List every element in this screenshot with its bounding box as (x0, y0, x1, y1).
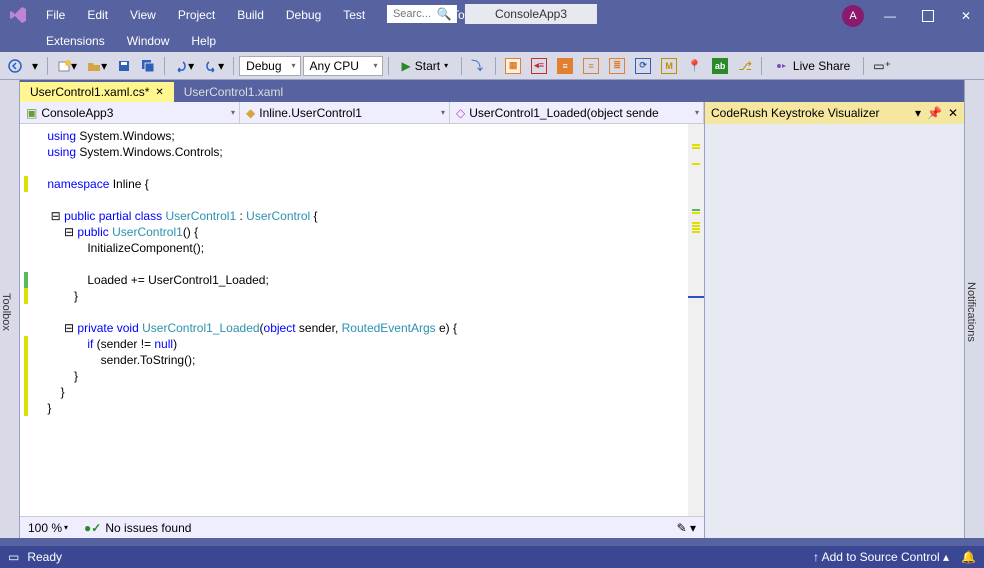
panel-header[interactable]: CodeRush Keystroke Visualizer ▾ 📌 ✕ (705, 102, 964, 124)
maximize-button[interactable] (916, 6, 940, 26)
config-dropdown[interactable]: Debug (239, 56, 300, 76)
menu-view[interactable]: View (120, 4, 166, 26)
save-button[interactable] (113, 55, 135, 77)
status-bar: ▭ Ready ↑ Add to Source Control ▴ 🔔 (0, 546, 984, 568)
cr-icon-8[interactable]: 📍 (683, 55, 706, 77)
toolbox-sidebar[interactable]: Toolbox (0, 80, 20, 538)
nav-class-dropdown[interactable]: ◆Inline.UserControl1 (240, 102, 450, 123)
close-tab-icon[interactable]: ✕ (155, 87, 163, 98)
code-editor[interactable]: using System.Windows; using System.Windo… (20, 124, 704, 516)
redo-button[interactable]: ▾ (200, 55, 228, 77)
cr-icon-6[interactable]: ⟳ (631, 55, 655, 77)
platform-dropdown[interactable]: Any CPU (303, 56, 383, 76)
pin-icon[interactable]: 📌 (927, 106, 942, 120)
start-button[interactable]: ▶Start▾ (394, 57, 457, 75)
notifications-sidebar[interactable]: Notifications (964, 80, 984, 538)
tab-usercontrol-xaml[interactable]: UserControl1.xaml (174, 82, 293, 102)
close-button[interactable]: ✕ (954, 6, 978, 26)
search-box[interactable]: 🔍 (387, 5, 457, 23)
undo-button[interactable]: ▾ (170, 55, 198, 77)
cr-icon-2[interactable]: ◂≡ (527, 55, 551, 77)
status-ready: Ready (27, 550, 62, 564)
menu-debug[interactable]: Debug (276, 4, 331, 26)
vertical-scrollbar[interactable] (688, 124, 704, 516)
back-button[interactable] (4, 55, 26, 77)
cr-icon-10[interactable]: ⎇ (734, 55, 756, 77)
vs-logo-icon[interactable] (4, 1, 32, 29)
menu-build[interactable]: Build (227, 4, 274, 26)
menu-extensions[interactable]: Extensions (36, 30, 115, 52)
search-input[interactable] (393, 8, 433, 20)
liveshare-button[interactable]: Live Share (767, 55, 858, 77)
menu-edit[interactable]: Edit (77, 4, 118, 26)
user-avatar[interactable]: A (842, 5, 864, 27)
minimize-button[interactable]: — (878, 6, 902, 26)
feedback-button[interactable]: ▭⁺ (869, 55, 895, 77)
menu-window[interactable]: Window (117, 30, 180, 52)
menu-test[interactable]: Test (333, 4, 375, 26)
screwdriver-icon[interactable]: ✎ ▾ (677, 521, 696, 535)
new-project-button[interactable]: ▾ (53, 55, 81, 77)
search-icon: 🔍 (437, 7, 451, 21)
cr-icon-3[interactable]: ≡ (553, 55, 577, 77)
panel-title-text: CodeRush Keystroke Visualizer (711, 106, 880, 120)
panel-body (705, 124, 964, 538)
output-icon[interactable]: ▭ (8, 550, 19, 564)
tab-usercontrol-cs[interactable]: UserControl1.xaml.cs*✕ (20, 82, 174, 102)
main-toolbar: ▾ ▾ ▾ ▾ ▾ Debug Any CPU ▶Start▾ ⤵ ▦ ◂≡ ≡… (0, 52, 984, 80)
menu-file[interactable]: File (36, 4, 75, 26)
menu-help[interactable]: Help (181, 30, 226, 52)
cr-icon-5[interactable]: ≣ (605, 55, 629, 77)
close-panel-icon[interactable]: ✕ (948, 106, 958, 120)
menu-project[interactable]: Project (168, 4, 225, 26)
step-button[interactable]: ⤵ (467, 55, 487, 77)
cr-icon-4[interactable]: ≡ (579, 55, 603, 77)
app-title: ConsoleApp3 (465, 4, 597, 24)
save-all-button[interactable] (137, 55, 159, 77)
health-indicator[interactable]: ●✓No issues found (84, 521, 191, 535)
window-position-icon[interactable]: ▾ (915, 106, 921, 120)
zoom-level[interactable]: 100 %▾ (28, 521, 68, 535)
cr-icon-9[interactable]: ab (708, 55, 732, 77)
document-tabs: UserControl1.xaml.cs*✕ UserControl1.xaml (20, 80, 964, 102)
nav-method-dropdown[interactable]: ◇UserControl1_Loaded(object sende (450, 102, 704, 123)
cr-icon-1[interactable]: ▦ (501, 55, 525, 77)
cr-icon-7[interactable]: M (657, 55, 681, 77)
forward-button[interactable]: ▾ (28, 55, 42, 77)
source-control-button[interactable]: ↑ Add to Source Control ▴ (813, 550, 949, 564)
nav-project-dropdown[interactable]: ▣ConsoleApp3 (20, 102, 240, 123)
open-button[interactable]: ▾ (83, 55, 111, 77)
notifications-bell-icon[interactable]: 🔔 (961, 550, 976, 564)
